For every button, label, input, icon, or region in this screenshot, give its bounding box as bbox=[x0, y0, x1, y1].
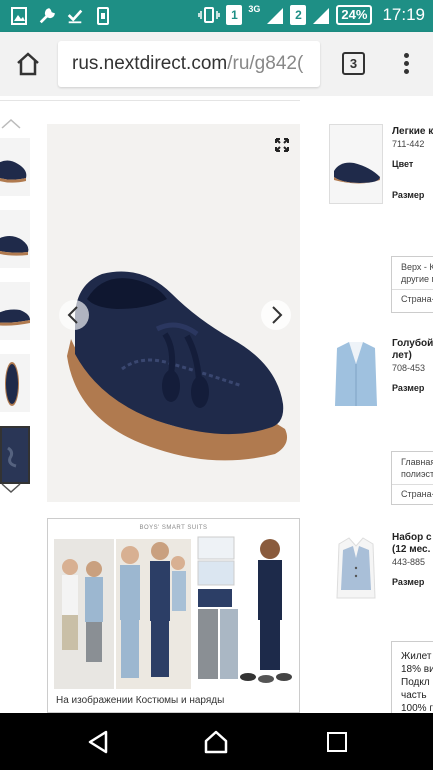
product-2-info-line2: полиэст bbox=[401, 469, 433, 479]
recent-apps-icon[interactable] bbox=[327, 732, 347, 752]
home-icon[interactable] bbox=[14, 50, 42, 78]
product-1-color-label: Цвет bbox=[392, 159, 414, 169]
product-2-info-box: Главная полиэст Страна- bbox=[391, 451, 433, 505]
page-content: BOYS' SMART SUITS На изображении Костюмы… bbox=[0, 96, 433, 713]
product-1-image[interactable] bbox=[329, 124, 383, 204]
vibrate-icon bbox=[198, 7, 221, 23]
overflow-menu-icon[interactable] bbox=[400, 50, 412, 78]
download-done-icon bbox=[67, 9, 83, 24]
banner-caption: На изображении Костюмы и наряды bbox=[56, 695, 225, 706]
back-icon[interactable] bbox=[87, 730, 109, 754]
thumbnail-3[interactable] bbox=[0, 282, 30, 340]
signal-icon bbox=[267, 8, 284, 24]
product-3-info-line3: Подкл bbox=[401, 677, 430, 688]
url-path: /ru/g842( bbox=[227, 53, 304, 74]
product-2-image[interactable] bbox=[329, 334, 383, 414]
browser-toolbar: rus.nextdirect.com/ru/g842( 3 bbox=[0, 32, 433, 96]
product-2-size-label: Размер bbox=[392, 383, 425, 393]
network-type-label: 3G bbox=[248, 4, 261, 14]
product-3-info-box: Жилет 18% ви Подкл часть 100% г bbox=[391, 641, 433, 713]
product-1-info-line1: Верх - К bbox=[401, 262, 433, 272]
product-2-info-line3: Страна- bbox=[401, 489, 433, 499]
product-3-info-line5: 100% г bbox=[401, 703, 433, 713]
sim1-badge: 1 bbox=[226, 5, 243, 25]
thumbnail-2[interactable] bbox=[0, 210, 30, 268]
product-1-info-box: Верх - К другие м Страна- bbox=[391, 256, 433, 313]
status-left-icons bbox=[10, 6, 112, 26]
product-1-info-line3: Страна- bbox=[401, 294, 433, 304]
product-3-info-line2: 18% ви bbox=[401, 664, 433, 675]
product-1-code: 711-442 bbox=[392, 139, 425, 149]
previous-image-button[interactable] bbox=[59, 300, 89, 330]
clock: 17:19 bbox=[382, 5, 425, 24]
status-bar: 1 3G 2 24% 17:19 bbox=[0, 0, 433, 32]
battery-indicator: 24% bbox=[336, 5, 373, 25]
signal-2-icon bbox=[313, 8, 330, 24]
product-2-title-line2[interactable]: лет) bbox=[392, 350, 412, 362]
main-product-image[interactable] bbox=[47, 124, 300, 502]
product-3-title-line1[interactable]: Набор с bbox=[392, 532, 432, 544]
thumbnail-1[interactable] bbox=[0, 138, 30, 196]
suits-banner[interactable]: BOYS' SMART SUITS На изображении Костюмы… bbox=[47, 518, 300, 713]
top-divider bbox=[0, 100, 300, 101]
photo-icon bbox=[11, 7, 27, 25]
product-1-size-label: Размер bbox=[392, 190, 425, 200]
product-1-info-line2: другие м bbox=[401, 274, 433, 284]
product-3-info-line4: часть bbox=[401, 690, 427, 701]
chevron-right-icon bbox=[272, 306, 283, 324]
product-2-info-line1: Главная bbox=[401, 457, 433, 467]
product-1-title[interactable]: Легкие к bbox=[392, 126, 433, 138]
url-input[interactable]: rus.nextdirect.com/ru/g842( bbox=[58, 41, 320, 87]
system-nav-bar bbox=[0, 713, 433, 770]
thumbnail-5-selected[interactable] bbox=[0, 426, 30, 484]
phone-status-icon bbox=[97, 7, 109, 25]
product-3-info-line1: Жилет bbox=[401, 651, 432, 662]
product-2-title-line1[interactable]: Голубой bbox=[392, 338, 433, 350]
chevron-up-icon[interactable] bbox=[0, 118, 22, 130]
wrench-icon bbox=[39, 8, 55, 24]
home-nav-icon[interactable] bbox=[203, 729, 229, 755]
chevron-left-icon bbox=[67, 306, 78, 324]
product-3-image[interactable] bbox=[329, 528, 383, 608]
screen: 1 3G 2 24% 17:19 rus.nextdirect.com/ru/g… bbox=[0, 0, 433, 770]
thumbnail-4[interactable] bbox=[0, 354, 30, 412]
boys-suits-illustration bbox=[54, 536, 292, 689]
status-right-icons: 1 3G 2 24% 17:19 bbox=[198, 4, 425, 25]
sim2-badge: 2 bbox=[290, 5, 307, 25]
url-domain: rus.nextdirect.com bbox=[72, 53, 228, 74]
product-2-code: 708-453 bbox=[392, 363, 426, 373]
product-3-title-line2[interactable]: (12 мес. bbox=[392, 544, 430, 556]
chevron-down-icon[interactable] bbox=[0, 482, 22, 494]
next-image-button[interactable] bbox=[261, 300, 291, 330]
product-3-code: 443-885 bbox=[392, 557, 426, 567]
tab-switcher-button[interactable]: 3 bbox=[342, 52, 365, 75]
product-3-size-label: Размер bbox=[392, 577, 425, 587]
